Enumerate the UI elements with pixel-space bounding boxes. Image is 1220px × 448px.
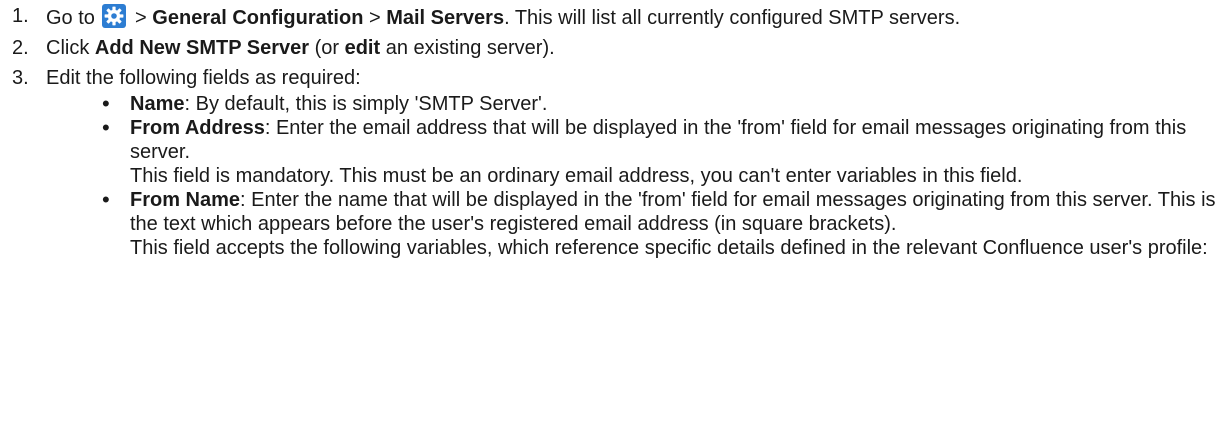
gear-icon bbox=[102, 4, 127, 28]
bullet: • bbox=[102, 187, 110, 212]
breadcrumb-separator: > bbox=[135, 7, 153, 29]
breadcrumb-separator: > bbox=[363, 7, 387, 29]
steps-list: 1. Go to > General Configuration > Mail … bbox=[0, 4, 1220, 260]
step-text: an existing server). bbox=[380, 37, 555, 59]
mail-servers-label: Mail Servers bbox=[386, 7, 505, 29]
step-text: Go to bbox=[46, 7, 95, 29]
bullet: • bbox=[102, 115, 110, 140]
bullet: • bbox=[102, 91, 110, 116]
add-smtp-server-label: Add New SMTP Server bbox=[94, 37, 310, 59]
step-text: Click bbox=[46, 37, 95, 59]
step-text: . This will list all currently configure… bbox=[504, 7, 961, 29]
step-3: 3. Edit the following fields as required… bbox=[12, 66, 1220, 260]
field-note: This field accepts the following variabl… bbox=[130, 237, 1208, 259]
step-number: 2. bbox=[12, 37, 29, 59]
edit-label: edit bbox=[344, 37, 381, 59]
field-description: : Enter the name that will be displayed … bbox=[130, 189, 1216, 235]
field-description: : Enter the email address that will be d… bbox=[130, 117, 1187, 163]
field-from-name: • From Name: Enter the name that will be… bbox=[102, 188, 1220, 260]
field-label: From Address bbox=[130, 117, 265, 139]
step-text: (or bbox=[309, 37, 345, 59]
step-1: 1. Go to > General Configuration > Mail … bbox=[12, 4, 1220, 30]
field-from-address: • From Address: Enter the email address … bbox=[102, 116, 1220, 188]
field-name: • Name: By default, this is simply 'SMTP… bbox=[102, 92, 1220, 116]
step-text: Edit the following fields as required: bbox=[46, 67, 361, 89]
step-2: 2. Click Add New SMTP Server (or edit an… bbox=[12, 36, 1220, 60]
step-number: 3. bbox=[12, 67, 29, 89]
fields-list: • Name: By default, this is simply 'SMTP… bbox=[46, 92, 1220, 260]
field-label: Name bbox=[130, 93, 185, 115]
field-label: From Name bbox=[130, 189, 241, 211]
instructions-document: 1. Go to > General Configuration > Mail … bbox=[0, 0, 1220, 260]
step-number: 1. bbox=[12, 5, 29, 27]
field-note: This field is mandatory. This must be an… bbox=[130, 165, 1023, 187]
general-configuration-label: General Configuration bbox=[152, 7, 364, 29]
field-description: : By default, this is simply 'SMTP Serve… bbox=[184, 93, 548, 115]
